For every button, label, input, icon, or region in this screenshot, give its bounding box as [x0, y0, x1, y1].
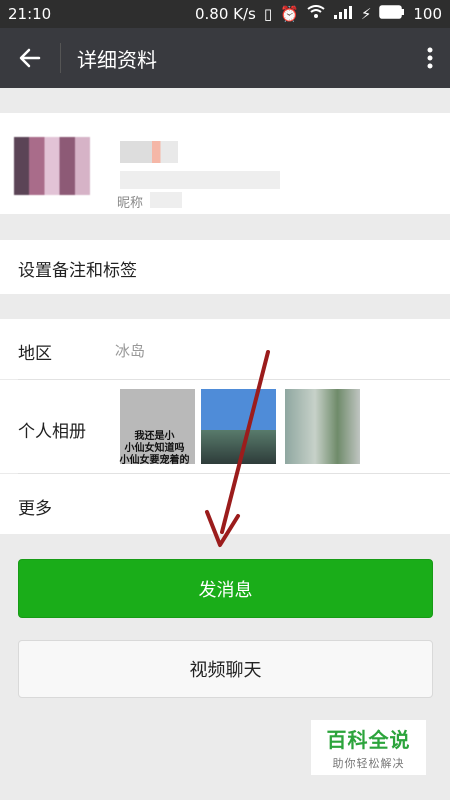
blurred-name: [120, 141, 178, 163]
vibrate-icon: ▯: [263, 5, 273, 23]
network-speed: 0.80 K/s: [194, 5, 256, 23]
status-time: 21:10: [8, 5, 52, 23]
blurred-id: [120, 171, 280, 189]
region-label: 地区: [18, 344, 52, 364]
album-label: 个人相册: [18, 422, 86, 442]
set-remark-row[interactable]: 设置备注和标签: [0, 240, 450, 294]
remark-label: 设置备注和标签: [18, 261, 137, 281]
watermark-title: 百科全说: [326, 728, 411, 752]
back-button[interactable]: [0, 28, 60, 88]
wifi-icon: [307, 5, 325, 23]
alarm-icon: ⏰: [280, 5, 299, 23]
album-thumb-text: 我还是小 小仙女知道吗 小仙女要宠着的: [119, 431, 190, 466]
page-title: 详细资料: [77, 47, 157, 72]
send-message-button[interactable]: 发消息: [18, 559, 433, 618]
album-thumb-1[interactable]: 我还是小 小仙女知道吗 小仙女要宠着的: [119, 389, 195, 466]
battery-icon: [379, 5, 405, 23]
battery-level: 100: [413, 5, 442, 23]
status-bar: 21:10 0.80 K/s ▯ ⏰ ⚡ 100: [0, 0, 450, 28]
status-icons: 0.80 K/s ▯ ⏰ ⚡ 100: [195, 5, 442, 23]
more-menu-button[interactable]: [410, 28, 450, 88]
avatar[interactable]: [14, 137, 90, 195]
blurred-nickname: [150, 192, 182, 208]
profile-card[interactable]: 昵称: [0, 113, 450, 214]
more-row[interactable]: 更多: [0, 474, 450, 534]
more-vertical-icon: [427, 47, 433, 69]
video-call-button[interactable]: 视频聊天: [18, 640, 433, 698]
watermark-logo: 百科全说 助你轻松解决: [311, 720, 426, 775]
album-thumb-2[interactable]: [201, 389, 276, 464]
top-nav-bar: 详细资料: [0, 28, 450, 88]
back-arrow-icon: [19, 48, 41, 68]
album-row[interactable]: 个人相册 我还是小 小仙女知道吗 小仙女要宠着的: [0, 380, 450, 473]
signal-icon: [333, 5, 353, 23]
charging-icon: ⚡: [360, 5, 372, 23]
nav-divider: [60, 43, 61, 73]
region-value: 冰岛: [115, 342, 146, 360]
album-thumb-3[interactable]: [285, 389, 360, 464]
region-row: 地区 冰岛: [0, 319, 450, 379]
watermark-subtitle: 助你轻松解决: [332, 757, 405, 770]
more-label: 更多: [18, 499, 52, 519]
nickname-label: 昵称: [117, 196, 144, 211]
